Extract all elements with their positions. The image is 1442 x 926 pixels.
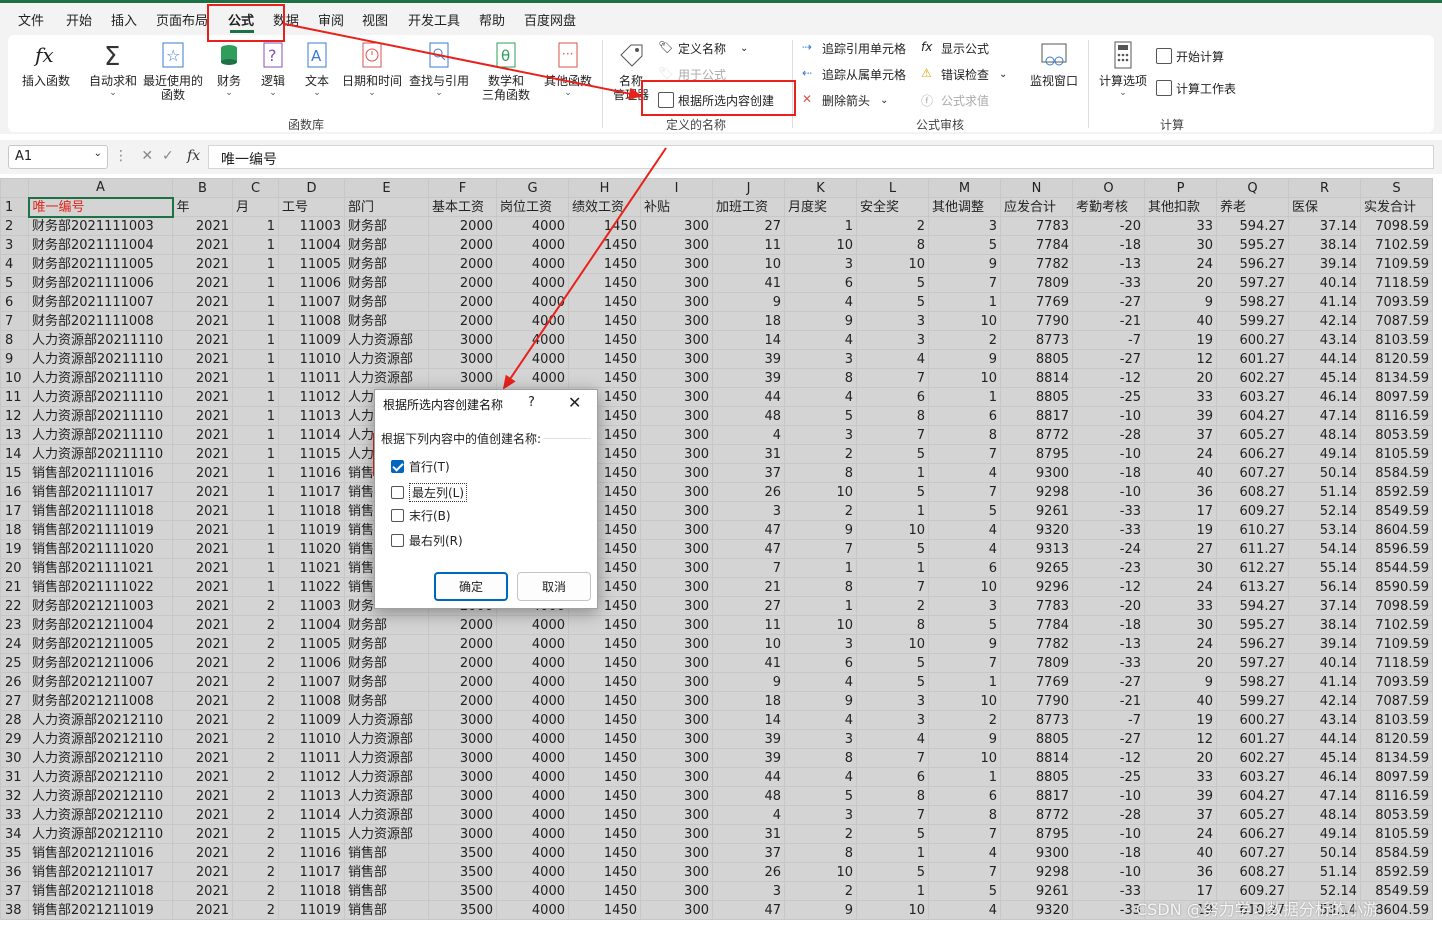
checkbox-bottom-row-box[interactable] bbox=[391, 509, 404, 522]
checkbox-right-column-box[interactable] bbox=[391, 534, 404, 547]
dialog-prompt: 根据下列内容中的值创建名称: bbox=[381, 430, 544, 447]
checkbox-bottom-row[interactable]: 末行(B) bbox=[391, 507, 451, 524]
close-icon[interactable]: ✕ bbox=[568, 393, 581, 412]
annotation-arrows bbox=[284, 23, 667, 390]
cancel-button[interactable]: 取消 bbox=[517, 572, 591, 601]
checkbox-left-column[interactable]: 最左列(L) bbox=[391, 483, 468, 502]
checkbox-bottom-row-label: 末行(B) bbox=[409, 509, 451, 523]
arrow-to-create-button bbox=[284, 23, 643, 100]
watermark: CSDN @努力学习数据分析的小游 bbox=[1136, 900, 1379, 919]
help-icon[interactable]: ? bbox=[528, 395, 535, 410]
checkbox-left-column-box[interactable] bbox=[391, 486, 404, 499]
checkbox-top-row[interactable]: 首行(T) bbox=[391, 458, 450, 475]
checkbox-top-row-box[interactable] bbox=[391, 460, 404, 473]
checkbox-top-row-label: 首行(T) bbox=[409, 460, 450, 474]
checkbox-right-column-label: 最右列(R) bbox=[409, 534, 463, 548]
create-names-dialog: 根据所选内容创建名称 ? ✕ 根据下列内容中的值创建名称: 首行(T) 最左列(… bbox=[374, 389, 598, 609]
checkbox-left-column-label: 最左列(L) bbox=[409, 483, 468, 502]
ok-button[interactable]: 确定 bbox=[434, 572, 508, 601]
checkbox-right-column[interactable]: 最右列(R) bbox=[391, 532, 463, 549]
arrow-to-dialog bbox=[502, 147, 667, 390]
dialog-title: 根据所选内容创建名称 bbox=[383, 398, 504, 412]
